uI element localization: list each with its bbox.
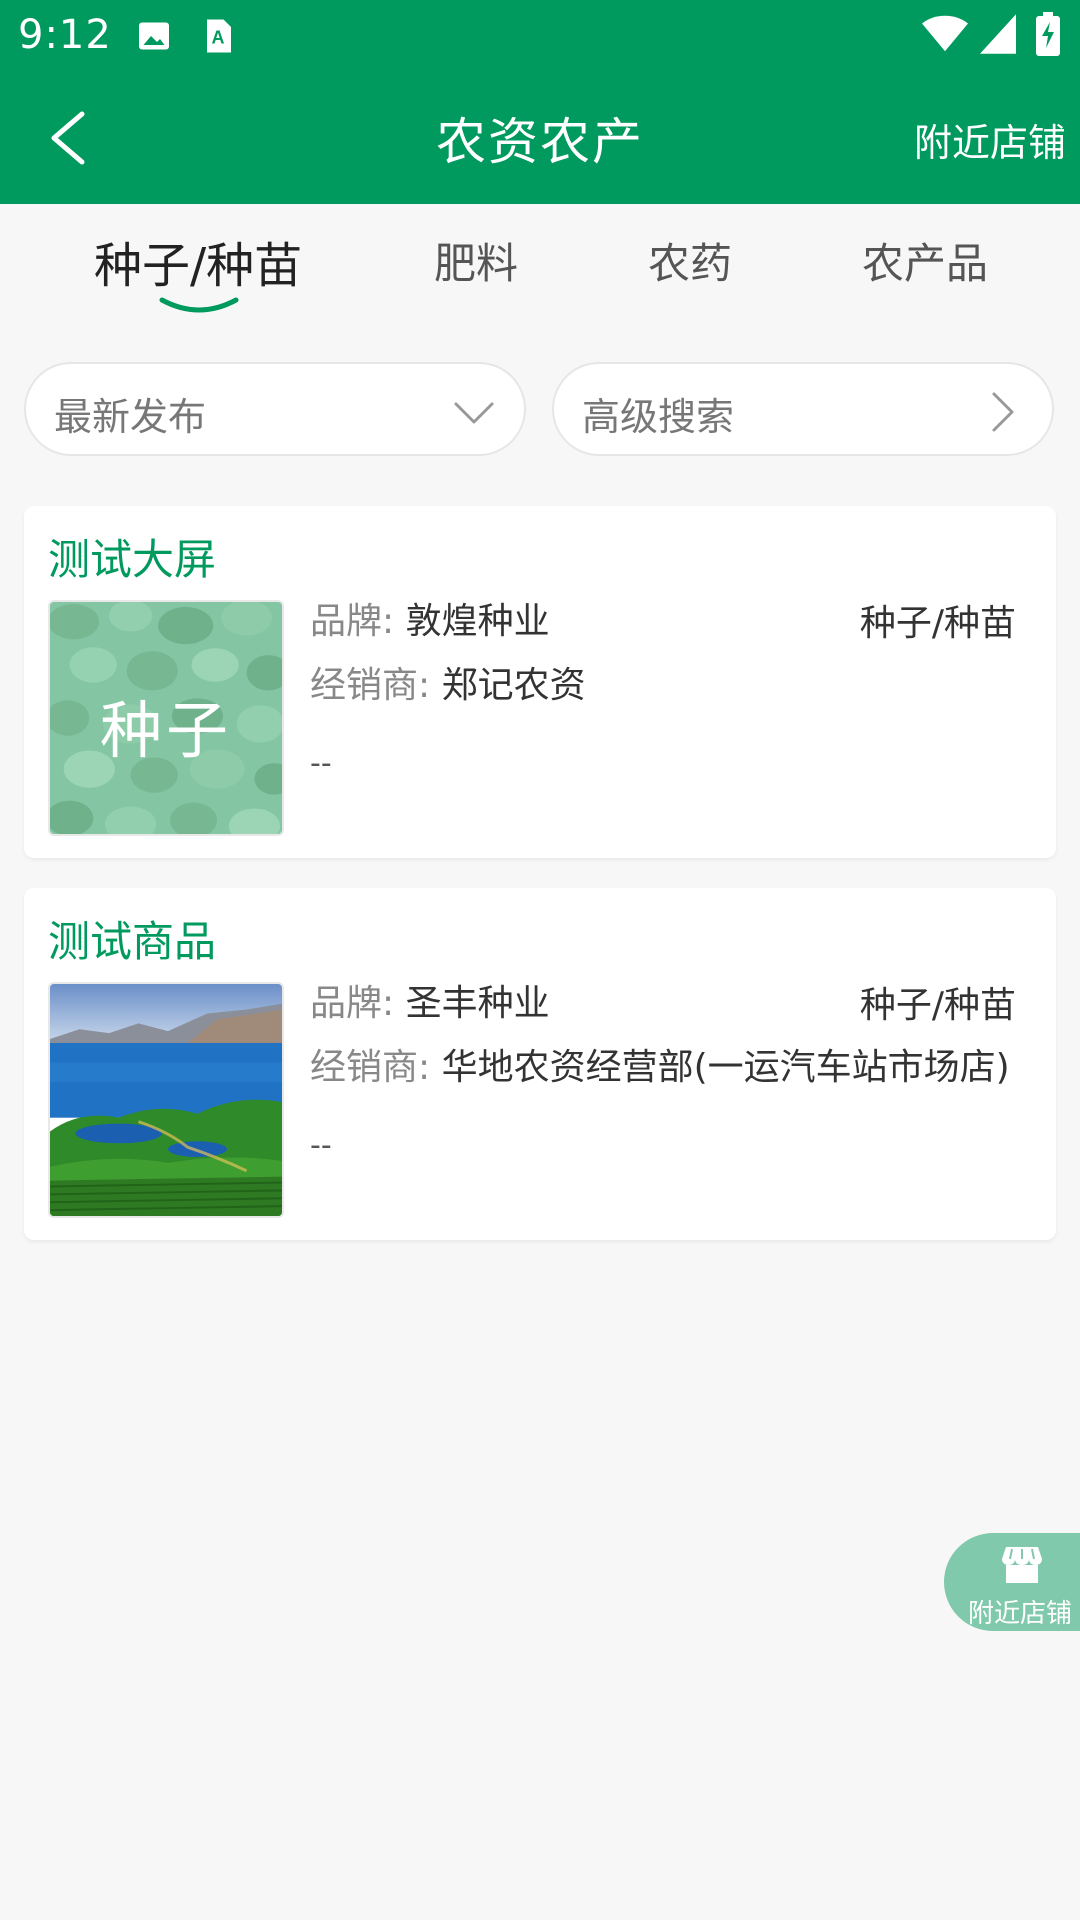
- app-bar: 农资农产 附近店铺: [0, 72, 1080, 204]
- chevron-down-icon: [454, 402, 494, 424]
- status-time: 9:12: [18, 12, 112, 58]
- keyboard-a-icon: A: [207, 19, 231, 53]
- brand-row: 品牌: 敦煌种业: [310, 592, 550, 644]
- brand-value: 圣丰种业: [405, 983, 550, 1024]
- filter-bar: 最新发布 高级搜索: [0, 340, 1080, 490]
- dealer-value: 华地农资经营部(一运汽车站市场店): [441, 1047, 1010, 1088]
- product-title: 测试商品: [48, 917, 217, 966]
- product-extra: --: [310, 1128, 332, 1163]
- signal-icon: [980, 14, 1016, 54]
- product-image-seeds: 种子: [48, 600, 284, 836]
- brand-value: 敦煌种业: [405, 601, 550, 642]
- dealer-label: 经销商:: [310, 665, 431, 706]
- sort-dropdown[interactable]: 最新发布: [24, 362, 526, 456]
- battery-charging-icon: [1036, 12, 1060, 56]
- brand-label: 品牌:: [310, 601, 395, 642]
- product-category: 种子/种苗: [859, 985, 1016, 1026]
- dealer-row: 经销商: 华地农资经营部(一运汽车站市场店): [310, 1038, 1010, 1090]
- image-icon: [139, 22, 169, 50]
- active-tab-indicator: [159, 297, 239, 313]
- advanced-search-label: 高级搜索: [582, 395, 735, 439]
- seed-image-label: 种子: [99, 694, 232, 767]
- tab-seeds[interactable]: 种子/种苗: [94, 226, 302, 296]
- floating-button-label: 附近店铺: [968, 1599, 1073, 1629]
- product-extra: --: [310, 746, 332, 781]
- brand-row: 品牌: 圣丰种业: [310, 974, 550, 1026]
- nearby-stores-link[interactable]: 附近店铺: [914, 112, 1066, 167]
- product-card[interactable]: 测试大屏 种子 品牌: 敦煌种业 种子/种苗 经销商: 郑记农资 --: [24, 506, 1056, 858]
- status-bar: 9:12 A: [0, 0, 1080, 72]
- dealer-label: 经销商:: [310, 1047, 431, 1088]
- store-icon: [1002, 1547, 1042, 1583]
- wifi-icon: [922, 15, 968, 52]
- brand-label: 品牌:: [310, 983, 395, 1024]
- product-title: 测试大屏: [48, 535, 217, 584]
- tab-fertilizer[interactable]: 肥料: [434, 230, 518, 291]
- chevron-right-icon: [992, 392, 1014, 432]
- dealer-row: 经销商: 郑记农资: [310, 656, 586, 708]
- product-image-landscape: [48, 982, 284, 1218]
- svg-text:A: A: [212, 28, 225, 48]
- product-card[interactable]: 测试商品 品牌: 圣丰种业 种子/种苗 经销商: 华地农资经营部(一运汽车站市场…: [24, 888, 1056, 1240]
- advanced-search-button[interactable]: 高级搜索: [552, 362, 1054, 456]
- tab-agri-products[interactable]: 农产品: [862, 230, 988, 291]
- product-category: 种子/种苗: [859, 603, 1016, 644]
- tab-pesticide[interactable]: 农药: [648, 230, 732, 291]
- sort-label: 最新发布: [54, 395, 207, 439]
- dealer-value: 郑记农资: [441, 665, 586, 706]
- nearby-stores-floating-button[interactable]: 附近店铺: [944, 1533, 1080, 1631]
- category-tabs: 种子/种苗 肥料 农药 农产品: [0, 204, 1080, 324]
